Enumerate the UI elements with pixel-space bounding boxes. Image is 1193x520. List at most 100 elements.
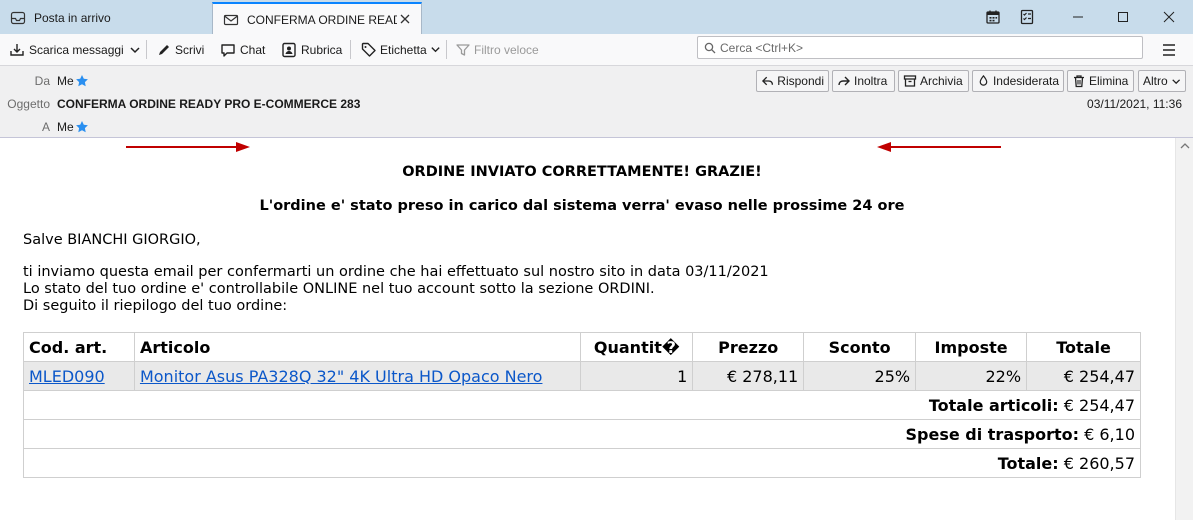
column-header: Articolo bbox=[133, 332, 582, 362]
address-book-icon bbox=[282, 42, 296, 57]
download-icon bbox=[10, 43, 24, 56]
from-address: Me bbox=[57, 74, 74, 88]
close-window-button[interactable] bbox=[1151, 0, 1187, 33]
minimize-button[interactable] bbox=[1060, 0, 1096, 33]
reply-button[interactable]: Rispondi bbox=[756, 70, 829, 92]
delete-button[interactable]: Elimina bbox=[1067, 70, 1134, 92]
tab-message[interactable]: CONFERMA ORDINE READY PRO E-COMMERCE 283 bbox=[212, 2, 422, 35]
total-cell: € 254,47 bbox=[1026, 361, 1141, 391]
table-row: MLED090 Monitor Asus PA328Q 32" 4K Ultra… bbox=[23, 361, 1141, 391]
star-icon[interactable] bbox=[75, 120, 89, 134]
intro-line: Di seguito il riepilogo del tuo ordine: bbox=[23, 298, 288, 314]
tag-label: Etichetta bbox=[380, 42, 427, 57]
column-header: Imposte bbox=[915, 332, 1028, 362]
junk-icon bbox=[979, 74, 988, 86]
reply-icon bbox=[761, 76, 774, 86]
more-button[interactable]: Altro bbox=[1138, 70, 1186, 92]
calendar-button[interactable] bbox=[975, 0, 1011, 33]
calendar-icon bbox=[986, 10, 1000, 24]
toolbar-separator bbox=[146, 40, 147, 59]
email-title: ORDINE INVIATO CORRETTAMENTE! GRAZIE! bbox=[402, 164, 762, 180]
items-total-value: € 254,47 bbox=[1063, 395, 1135, 415]
address-book-button[interactable]: Rubrica bbox=[281, 38, 342, 61]
hamburger-menu-icon[interactable] bbox=[1160, 41, 1178, 59]
search-input[interactable]: Cerca <Ctrl+K> bbox=[697, 36, 1143, 59]
subject-label: Oggetto bbox=[7, 97, 50, 111]
forward-icon bbox=[838, 76, 850, 86]
tab-label: Posta in arrivo bbox=[34, 11, 111, 25]
trash-icon bbox=[1074, 75, 1084, 88]
chevron-down-icon bbox=[1171, 78, 1180, 84]
tab-bar: Posta in arrivo CONFERMA ORDINE READY PR… bbox=[0, 0, 1193, 35]
scroll-up-arrow-icon[interactable] bbox=[1180, 142, 1190, 150]
pencil-icon bbox=[159, 44, 169, 55]
inbox-icon bbox=[10, 11, 26, 25]
get-messages-dropdown[interactable] bbox=[129, 38, 145, 61]
forward-button[interactable]: Inoltra bbox=[832, 70, 895, 92]
grand-total-value: € 260,57 bbox=[1063, 453, 1135, 473]
tab-inbox[interactable]: Posta in arrivo bbox=[0, 2, 210, 34]
quantity-cell: 1 bbox=[580, 361, 694, 391]
price-cell: € 278,11 bbox=[692, 361, 805, 391]
greeting: Salve BIANCHI GIORGIO, bbox=[23, 232, 201, 248]
close-icon bbox=[1163, 11, 1175, 22]
chevron-down-icon bbox=[130, 46, 140, 53]
right-arrow-annotation bbox=[126, 142, 250, 152]
forward-label: Inoltra bbox=[854, 74, 888, 88]
product-code-link[interactable]: MLED090 bbox=[29, 367, 105, 386]
envelope-icon bbox=[223, 14, 239, 25]
address-book-label: Rubrica bbox=[301, 42, 343, 57]
message-date: 03/11/2021, 11:36 bbox=[1087, 97, 1182, 111]
vertical-scrollbar[interactable] bbox=[1175, 138, 1193, 520]
archive-label: Archivia bbox=[920, 74, 963, 88]
chevron-down-icon bbox=[431, 47, 440, 53]
from-value[interactable]: Me bbox=[57, 74, 89, 88]
to-address: Me bbox=[57, 120, 74, 134]
junk-button[interactable]: Indesiderata bbox=[972, 70, 1064, 92]
search-icon bbox=[704, 42, 716, 53]
column-header: Totale bbox=[1026, 332, 1141, 362]
column-header: Sconto bbox=[803, 332, 917, 362]
items-total-label: Totale articoli: bbox=[928, 395, 1059, 415]
to-label: A bbox=[41, 120, 50, 134]
maximize-icon bbox=[1118, 11, 1128, 22]
order-table: Cod. art. Articolo Quantit� Prezzo Scont… bbox=[23, 332, 1141, 478]
tag-button[interactable]: Etichetta bbox=[361, 38, 445, 61]
write-button[interactable]: Scrivi bbox=[157, 38, 204, 61]
email-subtitle: L'ordine e' stato preso in carico dal si… bbox=[259, 198, 905, 214]
write-label: Scrivi bbox=[175, 42, 205, 57]
table-header-row: Cod. art. Articolo Quantit� Prezzo Scont… bbox=[23, 332, 1141, 362]
get-messages-button[interactable]: Scarica messaggi bbox=[9, 38, 124, 61]
star-icon[interactable] bbox=[75, 74, 89, 88]
more-label: Altro bbox=[1143, 74, 1168, 88]
chat-label: Chat bbox=[240, 42, 266, 57]
quick-filter-button[interactable]: Filtro veloce bbox=[456, 38, 539, 61]
message-header: Da Me Oggetto CONFERMA ORDINE READY PRO … bbox=[0, 66, 1193, 138]
column-header: Prezzo bbox=[692, 332, 805, 362]
items-total-row: Totale articoli: € 254,47 bbox=[23, 390, 1141, 420]
column-header: Quantit� bbox=[580, 332, 694, 362]
toolbar-separator bbox=[350, 40, 351, 59]
product-name-link[interactable]: Monitor Asus PA328Q 32" 4K Ultra HD Opac… bbox=[140, 367, 543, 386]
delete-label: Elimina bbox=[1089, 74, 1129, 88]
chat-button[interactable]: Chat bbox=[220, 38, 265, 61]
to-value[interactable]: Me bbox=[57, 120, 89, 134]
search-placeholder: Cerca <Ctrl+K> bbox=[720, 40, 804, 55]
filter-icon bbox=[456, 43, 470, 56]
discount-cell: 25% bbox=[803, 361, 917, 391]
tasks-button[interactable] bbox=[1009, 0, 1045, 33]
maximize-button[interactable] bbox=[1105, 0, 1141, 33]
toolbar-separator bbox=[446, 40, 447, 59]
intro-line: Lo stato del tuo ordine e' controllabile… bbox=[23, 281, 655, 297]
shipping-label: Spese di trasporto: bbox=[905, 424, 1080, 444]
archive-icon bbox=[903, 75, 917, 87]
minimize-icon bbox=[1073, 16, 1083, 17]
shipping-value: € 6,10 bbox=[1084, 424, 1135, 444]
tab-label: CONFERMA ORDINE READY PRO E-COMMERCE 283 bbox=[247, 12, 397, 27]
grand-total-label: Totale: bbox=[997, 453, 1059, 473]
archive-button[interactable]: Archivia bbox=[898, 70, 969, 92]
intro-paragraph: ti inviamo questa email per confermarti … bbox=[23, 264, 769, 315]
get-messages-label: Scarica messaggi bbox=[29, 42, 124, 57]
main-toolbar: Scarica messaggi Scrivi Chat Rubrica Eti… bbox=[0, 34, 1193, 66]
close-icon[interactable] bbox=[397, 11, 413, 27]
